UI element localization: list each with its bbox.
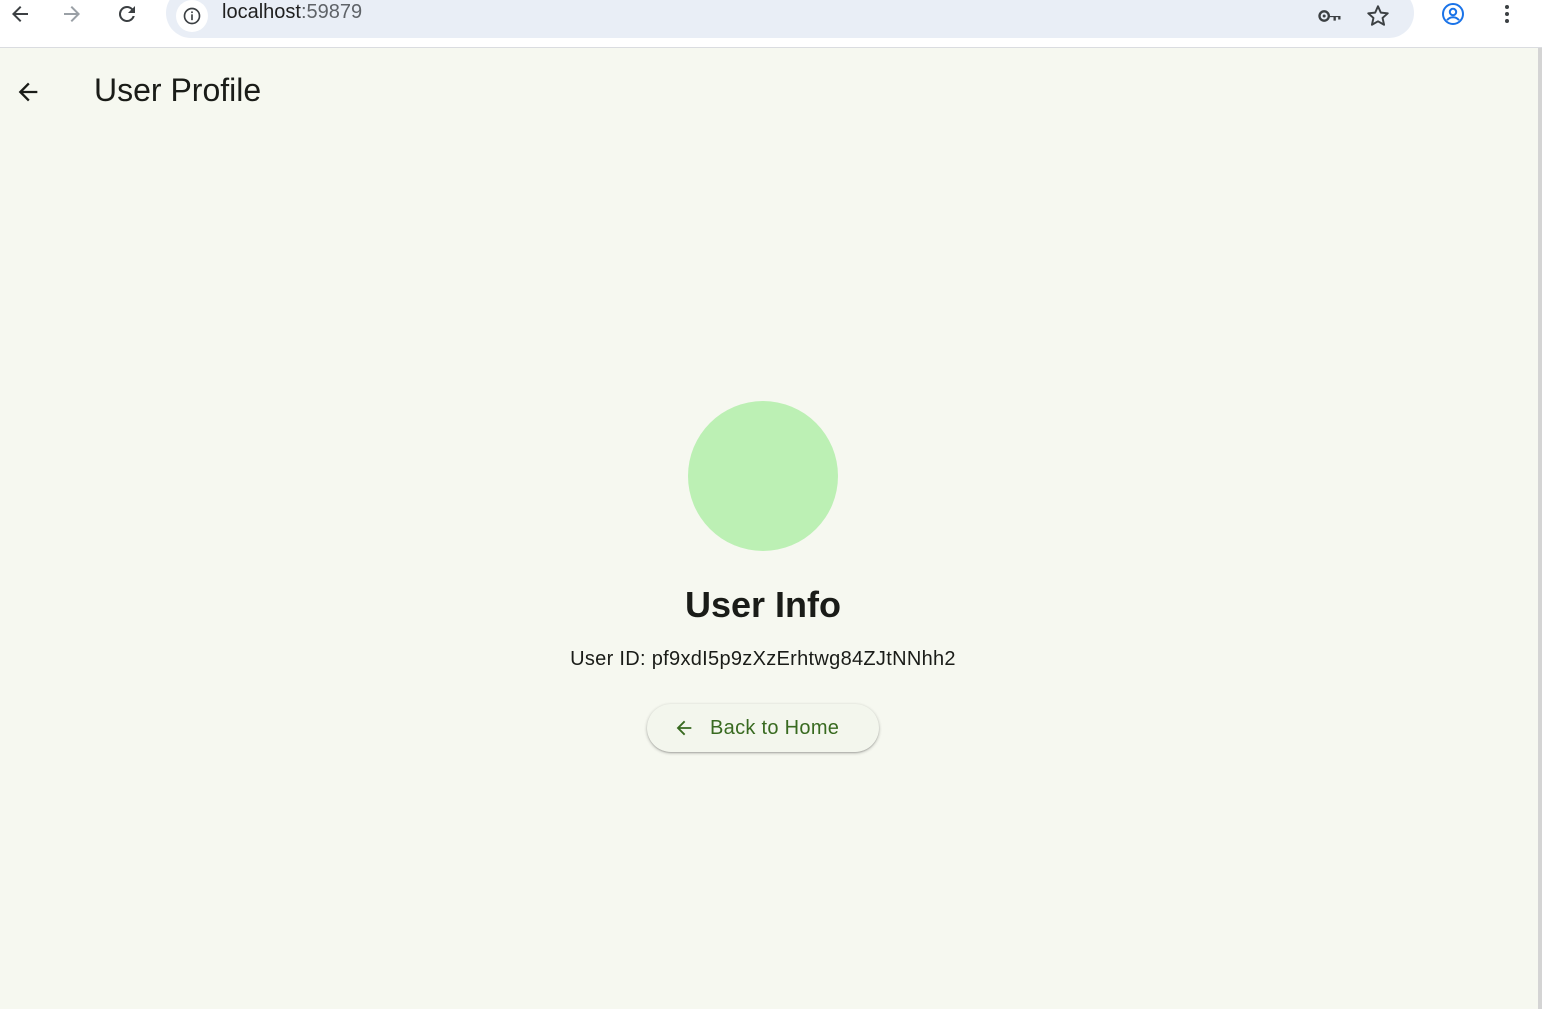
browser-forward-button[interactable] (52, 0, 92, 34)
back-to-home-label: Back to Home (710, 717, 840, 739)
scrollbar-edge (1538, 48, 1542, 1009)
arrow-forward-icon (64, 6, 80, 22)
url-host: localhost (222, 1, 301, 23)
app-back-button[interactable] (4, 68, 52, 116)
avatar (688, 401, 838, 551)
password-key-icon[interactable] (1314, 0, 1346, 32)
browser-menu-icon[interactable] (1487, 0, 1527, 34)
bookmark-star-icon[interactable] (1362, 0, 1394, 32)
arrow-back-icon (676, 720, 692, 736)
site-info-icon[interactable] (176, 0, 208, 32)
user-id-text: User ID: pf9xdI5p9zXzErhtwg84ZJtNNhh2 (570, 648, 956, 670)
browser-reload-button[interactable] (107, 0, 147, 34)
browser-back-button[interactable] (0, 0, 40, 34)
url-port: :59879 (300, 1, 363, 23)
page-title: User Profile (94, 72, 262, 108)
profile-icon[interactable] (1433, 0, 1473, 34)
url-text[interactable]: localhost:59879 (222, 1, 362, 24)
address-bar[interactable]: localhost:59879 (166, 0, 1414, 38)
back-to-home-button[interactable]: Back to Home (647, 704, 879, 752)
app-bar: User Profile (0, 48, 1538, 136)
arrow-back-icon (18, 82, 38, 102)
browser-toolbar: localhost:59879 (0, 0, 1542, 48)
arrow-back-icon (12, 6, 28, 22)
reload-icon (118, 5, 135, 22)
user-info-heading: User Info (684, 584, 842, 625)
